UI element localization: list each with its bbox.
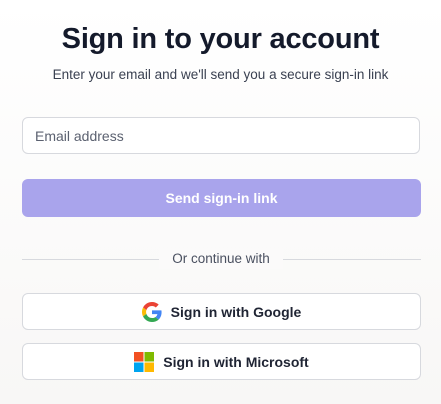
send-sign-in-link-button[interactable]: Send sign-in link (22, 179, 421, 217)
sign-in-card: Sign in to your account Enter your email… (0, 0, 441, 404)
microsoft-icon (134, 351, 155, 372)
google-button-label: Sign in with Google (170, 303, 302, 320)
email-field[interactable] (22, 117, 420, 154)
page-title: Sign in to your account (61, 23, 380, 55)
google-icon (141, 301, 162, 322)
microsoft-button-label: Sign in with Microsoft (163, 353, 309, 370)
sign-in-with-microsoft-button[interactable]: Sign in with Microsoft (22, 343, 421, 380)
sign-in-with-google-button[interactable]: Sign in with Google (22, 293, 421, 330)
divider-label: Or continue with (159, 249, 283, 269)
page-subtitle: Enter your email and we'll send you a se… (52, 67, 389, 82)
